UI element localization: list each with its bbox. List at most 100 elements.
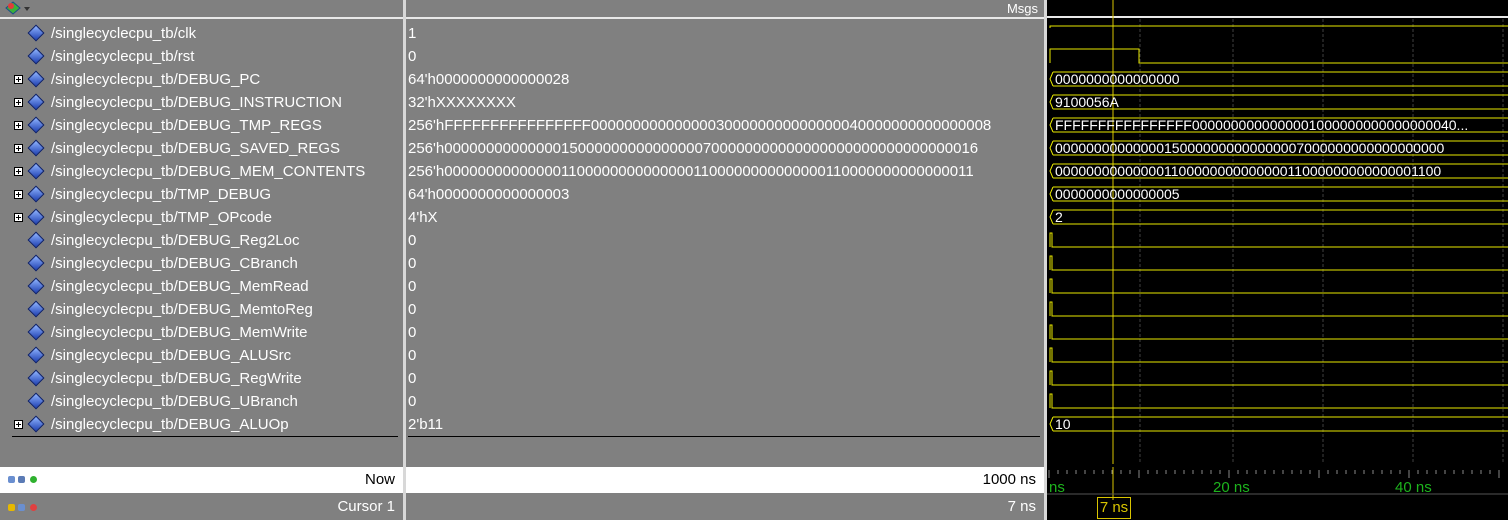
signal-row[interactable]: /singlecyclecpu_tb/TMP_OPcode (0, 206, 403, 229)
signal-row[interactable]: /singlecyclecpu_tb/TMP_DEBUG (0, 183, 403, 206)
signal-diamond-icon (27, 346, 45, 364)
signal-value-row[interactable]: 0 (406, 252, 1044, 275)
signal-value: 0 (408, 255, 417, 272)
signal-value: 0 (408, 232, 417, 249)
signal-name: /singlecyclecpu_tb/clk (51, 25, 197, 42)
bus-wave-value: 9100056A (1055, 94, 1120, 110)
signal-diamond-icon (27, 323, 45, 341)
signal-row[interactable]: /singlecyclecpu_tb/DEBUG_CBranch (0, 252, 403, 275)
expand-toggle-icon[interactable] (14, 75, 23, 84)
signal-name: /singlecyclecpu_tb/DEBUG_PC (51, 71, 261, 88)
wave-icon[interactable] (18, 476, 25, 483)
cursor-row: Cursor 1 (0, 494, 403, 520)
signal-name: /singlecyclecpu_tb/DEBUG_MemWrite (51, 324, 308, 341)
msgs-label: Msgs (1006, 1, 1038, 16)
cursor-toolbar-icons[interactable] (4, 494, 44, 520)
time-axis-label: 20 ns (1213, 479, 1250, 496)
signal-value-row[interactable]: 32'hXXXXXXXX (406, 91, 1044, 114)
signal-value-row[interactable]: 0 (406, 298, 1044, 321)
add-cursor-icon[interactable] (30, 476, 37, 483)
signal-value-row[interactable]: 256'hFFFFFFFFFFFFFFFF0000000000000003000… (406, 114, 1044, 137)
delete-cursor-icon[interactable] (30, 504, 37, 511)
signal-value: 0 (408, 48, 417, 65)
signal-value-row[interactable]: 2'b11 (406, 413, 1044, 436)
expand-toggle-icon[interactable] (14, 420, 23, 429)
signal-row[interactable]: /singlecyclecpu_tb/DEBUG_RegWrite (0, 367, 403, 390)
signal-value-row[interactable]: 0 (406, 275, 1044, 298)
signal-value-row[interactable]: 4'hX (406, 206, 1044, 229)
bus-wave-value: 0000000000000015000000000000000700000000… (1055, 140, 1445, 156)
signal-diamond-icon (27, 93, 45, 111)
signal-value-row[interactable]: 0 (406, 45, 1044, 68)
signal-diamond-icon (27, 116, 45, 134)
signal-wave (1049, 370, 1508, 386)
signal-wave (1049, 301, 1508, 317)
signal-row[interactable]: /singlecyclecpu_tb/DEBUG_MemtoReg (0, 298, 403, 321)
signal-value-row[interactable]: 256'h00000000000000110000000000000011000… (406, 160, 1044, 183)
signal-value-row[interactable]: 0 (406, 390, 1044, 413)
signal-value: 1 (408, 25, 417, 42)
edit-cursor-icon[interactable] (18, 504, 25, 511)
signal-row[interactable]: /singlecyclecpu_tb/DEBUG_ALUOp (0, 413, 403, 436)
row-divider (12, 436, 398, 437)
signal-value-row[interactable]: 64'h0000000000000003 (406, 183, 1044, 206)
waveform-canvas[interactable]: 0000000000000000 9100056A FFFFFFFFFFFFFFFF… (1047, 0, 1508, 520)
signal-row[interactable]: /singlecyclecpu_tb/DEBUG_Reg2Loc (0, 229, 403, 252)
bus-wave-value: 0000000000000000 (1055, 71, 1180, 87)
cursor-time-marker[interactable]: 7 ns (1097, 497, 1131, 519)
signal-name: /singlecyclecpu_tb/DEBUG_SAVED_REGS (51, 140, 341, 157)
signal-diamond-icon (27, 208, 45, 226)
signal-row[interactable]: /singlecyclecpu_tb/DEBUG_INSTRUCTION (0, 91, 403, 114)
signal-value: 256'hFFFFFFFFFFFFFFFF0000000000000003000… (408, 117, 992, 134)
now-value: 1000 ns (982, 471, 1036, 488)
signal-wave (1049, 347, 1508, 363)
signal-row[interactable]: /singlecyclecpu_tb/DEBUG_TMP_REGS (0, 114, 403, 137)
signal-names-pane[interactable]: /singlecyclecpu_tb/clk/singlecyclecpu_tb… (0, 0, 403, 520)
signal-row[interactable]: /singlecyclecpu_tb/rst (0, 45, 403, 68)
expand-toggle-icon[interactable] (14, 167, 23, 176)
expand-toggle-icon[interactable] (14, 190, 23, 199)
signal-value-row[interactable]: 64'h0000000000000028 (406, 68, 1044, 91)
signal-diamond-icon (27, 415, 45, 433)
signal-values-pane[interactable]: Msgs 1 0 64'h0000000000000028 32'hXXXXXXXX 2… (406, 0, 1044, 520)
signal-name: /singlecyclecpu_tb/DEBUG_MemtoReg (51, 301, 313, 318)
signal-row[interactable]: /singlecyclecpu_tb/DEBUG_UBranch (0, 390, 403, 413)
cursor-label: Cursor 1 (337, 498, 395, 515)
now-label: Now (364, 471, 395, 488)
signal-value-row[interactable]: 256'h00000000000000150000000000000007000… (406, 137, 1044, 160)
signal-value-row[interactable]: 0 (406, 367, 1044, 390)
expand-toggle-icon[interactable] (14, 98, 23, 107)
expand-toggle-icon[interactable] (14, 213, 23, 222)
signal-name: /singlecyclecpu_tb/DEBUG_CBranch (51, 255, 298, 272)
signal-value-row[interactable]: 0 (406, 344, 1044, 367)
row-divider (408, 436, 1040, 437)
signal-row[interactable]: /singlecyclecpu_tb/DEBUG_MemRead (0, 275, 403, 298)
signal-name: /singlecyclecpu_tb/TMP_OPcode (51, 209, 272, 226)
signal-row[interactable]: /singlecyclecpu_tb/DEBUG_SAVED_REGS (0, 137, 403, 160)
waveform-pane[interactable]: 0000000000000000 9100056A FFFFFFFFFFFFFFFF… (1047, 0, 1508, 520)
signal-value: 0 (408, 324, 417, 341)
zoom-icon[interactable] (8, 476, 15, 483)
signal-row[interactable]: /singlecyclecpu_tb/DEBUG_ALUSrc (0, 344, 403, 367)
cursor-value: 7 ns (1007, 498, 1036, 515)
expand-toggle-icon[interactable] (14, 121, 23, 130)
signal-value-row[interactable]: 0 (406, 229, 1044, 252)
signal-row[interactable]: /singlecyclecpu_tb/DEBUG_PC (0, 68, 403, 91)
expand-toggle-icon[interactable] (14, 144, 23, 153)
signal-diamond-icon (27, 70, 45, 88)
signal-row[interactable]: /singlecyclecpu_tb/DEBUG_MemWrite (0, 321, 403, 344)
toolbar-icons[interactable] (4, 467, 44, 493)
now-value-row: 1000 ns (406, 467, 1044, 493)
add-wave-icon[interactable] (0, 0, 44, 17)
names-header (0, 0, 403, 19)
signal-diamond-icon (27, 231, 45, 249)
lock-icon[interactable] (8, 504, 15, 511)
values-header: Msgs (406, 0, 1044, 19)
signal-row[interactable]: /singlecyclecpu_tb/DEBUG_MEM_CONTENTS (0, 160, 403, 183)
signal-value-row[interactable]: 0 (406, 321, 1044, 344)
signal-row[interactable]: /singlecyclecpu_tb/clk (0, 22, 403, 45)
signal-wave (1049, 278, 1508, 294)
signal-diamond-icon (27, 185, 45, 203)
bus-wave (1049, 416, 1508, 432)
signal-value-row[interactable]: 1 (406, 22, 1044, 45)
